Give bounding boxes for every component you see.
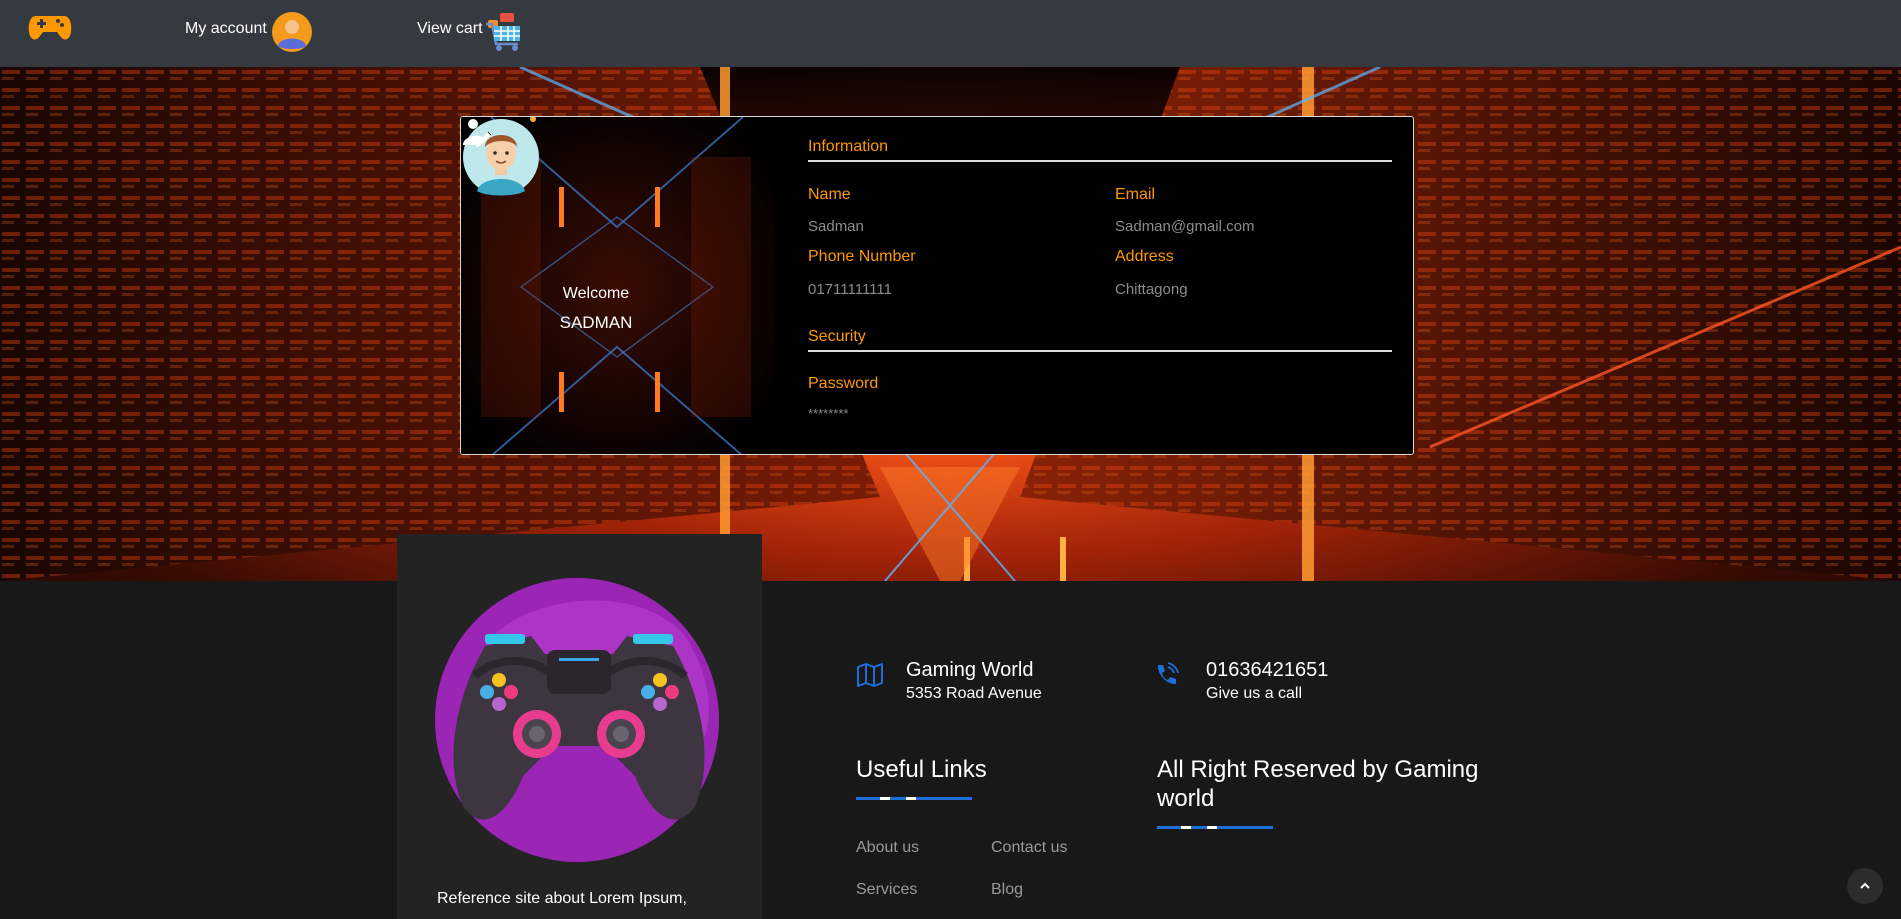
game-controller-illustration [435,578,719,862]
welcome-text: Welcome [562,285,630,302]
footer-link-services[interactable]: Services [856,881,917,899]
email-label: Email [1115,186,1156,203]
shopping-cart-icon[interactable] [482,12,524,52]
address-sub: 5353 Road Avenue [906,685,1042,702]
map-icon [857,663,883,687]
about-text: Reference site about Lorem Ipsum, [437,890,687,907]
address-label: Address [1115,248,1174,265]
phone-sub: Give us a call [1206,685,1303,702]
phone-label: Phone Number [808,248,916,265]
name-label: Name [808,186,851,203]
username: SADMAN [559,313,633,332]
phone-icon [1157,662,1179,685]
scroll-to-top-button[interactable] [1847,868,1883,904]
name-value: Sadman [808,218,864,235]
address-title: Gaming World [906,659,1034,681]
edit-profile-icon[interactable] [461,117,493,149]
address-value: Chittagong [1115,281,1188,298]
gamepad-icon[interactable] [28,10,72,44]
footer [0,581,1901,919]
divider [808,160,1392,162]
footer-about-panel: Reference site about Lorem Ipsum, [397,534,762,919]
view-cart-link[interactable]: View cart [417,20,483,38]
navbar: My account View cart [0,0,1901,67]
my-account-link[interactable]: My account [185,20,267,38]
profile-sidebar: Welcome SADMAN [461,117,774,454]
information-title: Information [808,138,889,155]
password-value: ******** [808,406,849,421]
chevron-up-icon [1860,882,1870,889]
divider [808,350,1392,352]
security-title: Security [808,328,866,345]
password-label: Password [808,375,879,392]
heading-underline [1157,826,1273,829]
heading-underline [856,797,972,800]
rights-heading: All Right Reserved by Gaming world [1157,756,1479,812]
footer-link-blog[interactable]: Blog [991,881,1023,899]
profile-card: Welcome SADMAN Information Name Sadman E… [460,116,1414,455]
footer-link-contact[interactable]: Contact us [991,839,1067,857]
footer-link-about[interactable]: About us [856,839,919,857]
user-avatar-icon[interactable] [272,12,312,52]
phone-title: 01636421651 [1206,659,1329,681]
phone-value: 01711111111 [808,281,892,298]
useful-links-heading: Useful Links [856,756,987,783]
email-value: Sadman@gmail.com [1115,218,1255,235]
profile-details: Information Name Sadman Email Sadman@gma… [808,117,1393,454]
